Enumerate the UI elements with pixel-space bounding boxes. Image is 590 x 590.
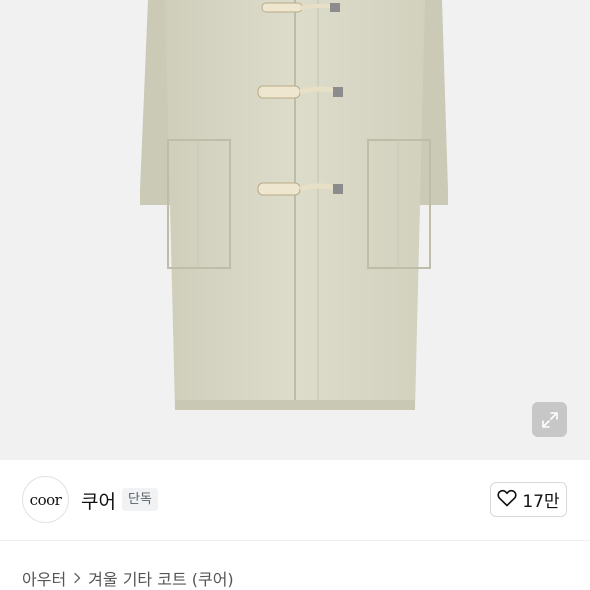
brand-name[interactable]: 쿠어	[81, 487, 116, 514]
chevron-right-icon	[72, 572, 82, 584]
like-button[interactable]: 17만	[490, 482, 567, 517]
breadcrumb-item-category[interactable]: 겨울 기타 코트 (쿠어)	[88, 566, 234, 590]
like-count: 17만	[522, 492, 560, 512]
heart-outline-icon	[497, 489, 517, 511]
brand-logo-text: coor	[29, 490, 62, 509]
breadcrumb: 아우터 겨울 기타 코트 (쿠어)	[22, 566, 234, 590]
product-image[interactable]	[0, 0, 590, 460]
expand-arrows-icon	[541, 411, 559, 429]
exclusive-badge: 단독	[122, 488, 158, 511]
brand-logo[interactable]: coor	[22, 476, 69, 523]
brand-row: coor 쿠어 단독 17만	[0, 460, 590, 540]
coat-illustration	[0, 0, 590, 460]
divider	[0, 540, 590, 541]
breadcrumb-item-outer[interactable]: 아우터	[22, 566, 66, 590]
expand-image-button[interactable]	[532, 402, 567, 437]
